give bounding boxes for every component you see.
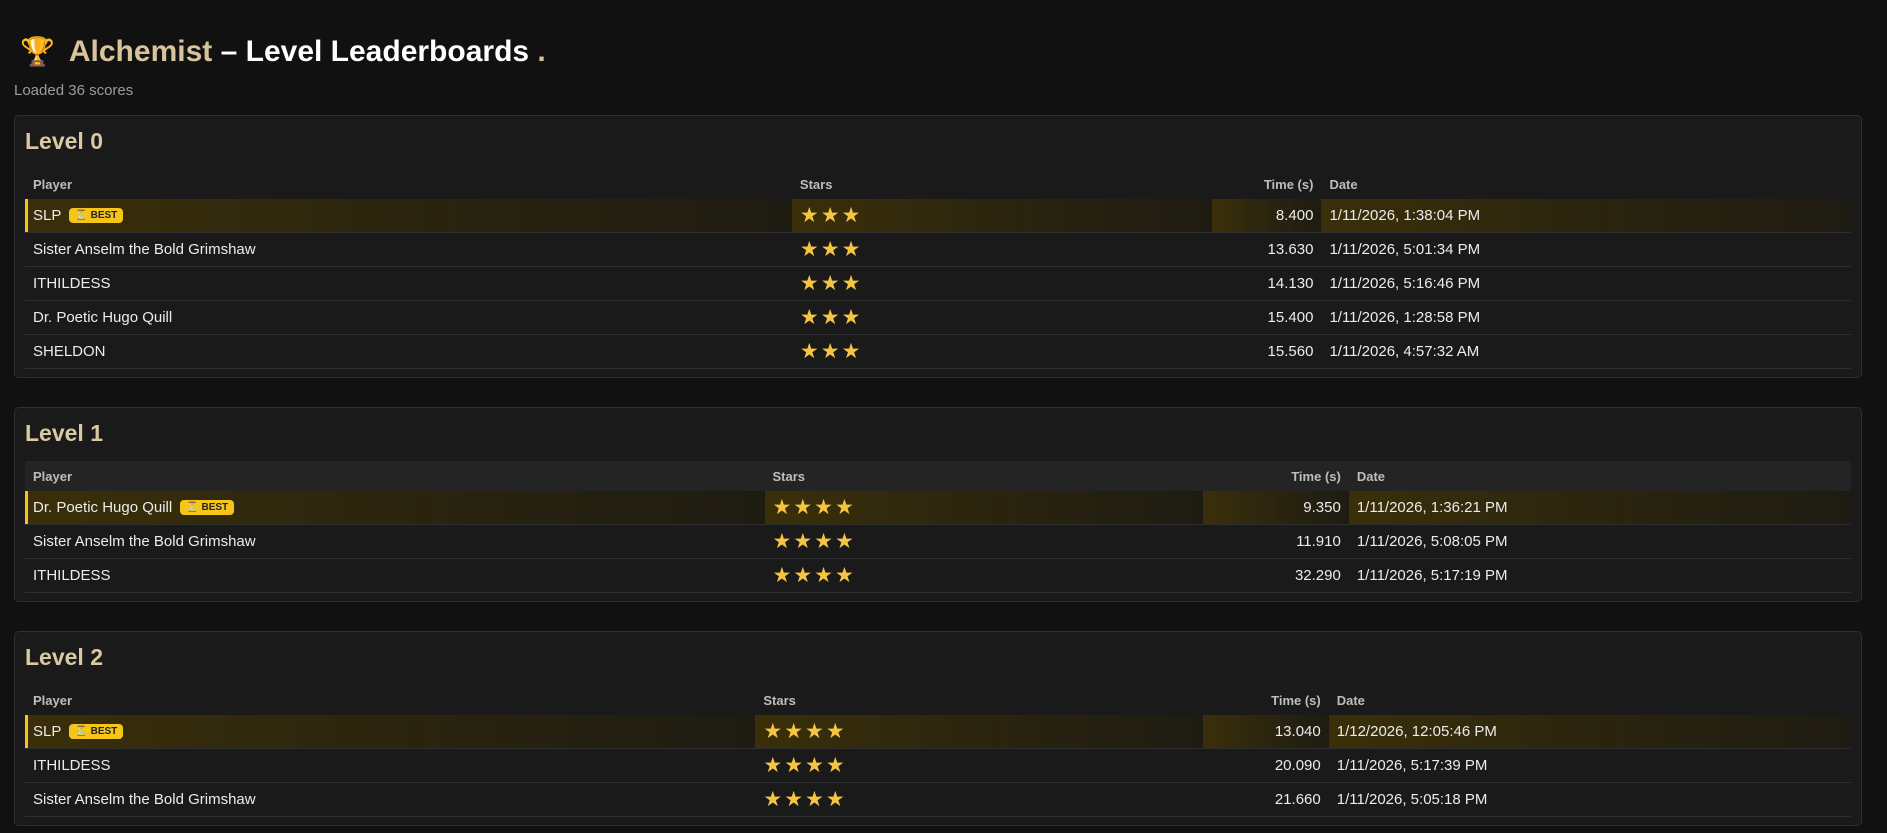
level-title: Level 2 [25, 644, 103, 670]
leaderboard-table: Player Stars Time (s) Date Dr. Poetic Hu… [25, 461, 1851, 593]
player-name: ITHILDESS [25, 558, 765, 593]
leaderboard-table: Player Stars Time (s) Date SLP ⏳ BEST ★★★… [25, 685, 1851, 817]
table-row: SLP ⏳ BEST ★★★★ 13.040 1/12/2026, 12:05:4… [25, 715, 1851, 749]
player-name: ITHILDESS [25, 748, 756, 783]
time-cell: 20.090 [1202, 748, 1329, 783]
trophy-icon: 🏆 [20, 36, 55, 67]
col-player: Player [33, 468, 73, 484]
star-rating: ★★★★ [755, 715, 1203, 749]
time-cell: 8.400 [1211, 199, 1322, 233]
status-text: Loaded 36 scores [14, 82, 134, 99]
col-date: Date [1336, 692, 1365, 708]
col-time: Time (s) [1291, 468, 1341, 484]
hourglass-icon: ⏳ [75, 210, 88, 221]
player-name: Dr. Poetic Hugo Quill [33, 499, 173, 516]
time-cell: 32.290 [1202, 558, 1349, 593]
player-name: Dr. Poetic Hugo Quill [25, 300, 792, 335]
time-cell: 13.040 [1202, 715, 1329, 749]
star-rating: ★★★ [791, 232, 1212, 267]
leaderboard-page: 🏆 Alchemist – Level Leaderboards . Loade… [0, 0, 1887, 826]
table-header-row: Player Stars Time (s) Date [25, 461, 1851, 491]
col-stars: Stars [799, 176, 833, 192]
level-card-2: Level 2 Player Stars Time (s) Date SLP ⏳ … [14, 631, 1862, 826]
player-name: SHELDON [25, 334, 792, 369]
best-badge-label: BEST [201, 502, 229, 513]
col-time: Time (s) [1271, 692, 1321, 708]
time-cell: 9.350 [1202, 491, 1349, 525]
table-row: Sister Anselm the Bold Grimshaw ★★★ 13.6… [25, 232, 1851, 267]
date-cell: 1/11/2026, 5:16:46 PM [1321, 266, 1851, 301]
col-date: Date [1329, 176, 1358, 192]
star-rating: ★★★ [791, 266, 1212, 301]
table-row: SLP ⏳ BEST ★★★ 8.400 1/11/2026, 1:38:04 P… [25, 199, 1851, 233]
table-header-row: Player Stars Time (s) Date [25, 169, 1851, 199]
col-player: Player [33, 176, 73, 192]
title-separator: – [212, 35, 246, 68]
player-name: Sister Anselm the Bold Grimshaw [25, 782, 756, 817]
col-date: Date [1356, 468, 1386, 484]
star-rating: ★★★ [791, 199, 1212, 233]
date-cell: 1/11/2026, 5:05:18 PM [1328, 782, 1851, 817]
title-dot: . [529, 35, 546, 68]
date-cell: 1/11/2026, 1:36:21 PM [1348, 491, 1851, 525]
title-text: Level Leaderboards [245, 35, 530, 68]
level-title: Level 0 [25, 128, 103, 154]
star-rating: ★★★ [791, 334, 1212, 369]
table-row: SHELDON ★★★ 15.560 1/11/2026, 4:57:32 AM [25, 334, 1851, 369]
col-player: Player [33, 692, 73, 708]
time-cell: 14.130 [1211, 266, 1322, 301]
date-cell: 1/11/2026, 5:17:19 PM [1348, 558, 1851, 593]
level-card-1: Level 1 Player Stars Time (s) Date Dr. P… [14, 407, 1862, 602]
level-card-0: Level 0 Player Stars Time (s) Date SLP ⏳ … [14, 115, 1862, 378]
star-rating: ★★★★ [755, 748, 1203, 783]
level-title: Level 1 [25, 420, 103, 446]
table-row: Sister Anselm the Bold Grimshaw ★★★★ 11.… [25, 524, 1851, 559]
col-stars: Stars [763, 692, 796, 708]
table-row: ITHILDESS ★★★★ 32.290 1/11/2026, 5:17:19… [25, 558, 1851, 593]
player-name: Sister Anselm the Bold Grimshaw [25, 524, 765, 559]
best-badge: ⏳ BEST [69, 208, 124, 223]
table-row: ITHILDESS ★★★ 14.130 1/11/2026, 5:16:46 … [25, 266, 1851, 301]
star-rating: ★★★★ [755, 782, 1203, 817]
brand-name: Alchemist [68, 35, 213, 68]
table-row: ITHILDESS ★★★★ 20.090 1/11/2026, 5:17:39… [25, 748, 1851, 783]
star-rating: ★★★★ [764, 524, 1203, 559]
time-cell: 13.630 [1211, 232, 1322, 267]
player-name: SLP [33, 723, 62, 740]
date-cell: 1/11/2026, 5:01:34 PM [1321, 232, 1851, 267]
table-row: Dr. Poetic Hugo Quill ⏳ BEST ★★★★ 9.350 1… [25, 491, 1851, 525]
star-rating: ★★★★ [764, 558, 1203, 593]
star-rating: ★★★★ [764, 491, 1203, 525]
player-cell: SLP ⏳ BEST [25, 199, 792, 233]
hourglass-icon: ⏳ [75, 726, 88, 737]
date-cell: 1/11/2026, 1:38:04 PM [1321, 199, 1851, 233]
table-header-row: Player Stars Time (s) Date [25, 685, 1851, 715]
hourglass-icon: ⏳ [186, 502, 199, 513]
leaderboard-table: Player Stars Time (s) Date SLP ⏳ BEST ★★★… [25, 169, 1851, 369]
player-name: SLP [33, 207, 62, 224]
date-cell: 1/11/2026, 5:08:05 PM [1348, 524, 1851, 559]
time-cell: 15.560 [1211, 334, 1322, 369]
col-time: Time (s) [1263, 176, 1314, 192]
star-rating: ★★★ [791, 300, 1212, 335]
time-cell: 15.400 [1211, 300, 1322, 335]
best-badge-label: BEST [90, 726, 118, 737]
player-name: Sister Anselm the Bold Grimshaw [25, 232, 792, 267]
date-cell: 1/11/2026, 4:57:32 AM [1321, 334, 1851, 369]
player-cell: SLP ⏳ BEST [25, 715, 756, 749]
player-name: ITHILDESS [25, 266, 792, 301]
time-cell: 11.910 [1202, 524, 1349, 559]
date-cell: 1/11/2026, 1:28:58 PM [1321, 300, 1851, 335]
page-title: 🏆 Alchemist – Level Leaderboards . [20, 32, 1862, 72]
table-row: Dr. Poetic Hugo Quill ★★★ 15.400 1/11/20… [25, 300, 1851, 335]
player-cell: Dr. Poetic Hugo Quill ⏳ BEST [25, 491, 765, 525]
best-badge-label: BEST [90, 210, 118, 221]
col-stars: Stars [772, 468, 806, 484]
date-cell: 1/11/2026, 5:17:39 PM [1328, 748, 1851, 783]
time-cell: 21.660 [1202, 782, 1329, 817]
date-cell: 1/12/2026, 12:05:46 PM [1328, 715, 1851, 749]
best-badge: ⏳ BEST [180, 500, 235, 515]
table-row: Sister Anselm the Bold Grimshaw ★★★★ 21.… [25, 782, 1851, 817]
best-badge: ⏳ BEST [69, 724, 124, 739]
